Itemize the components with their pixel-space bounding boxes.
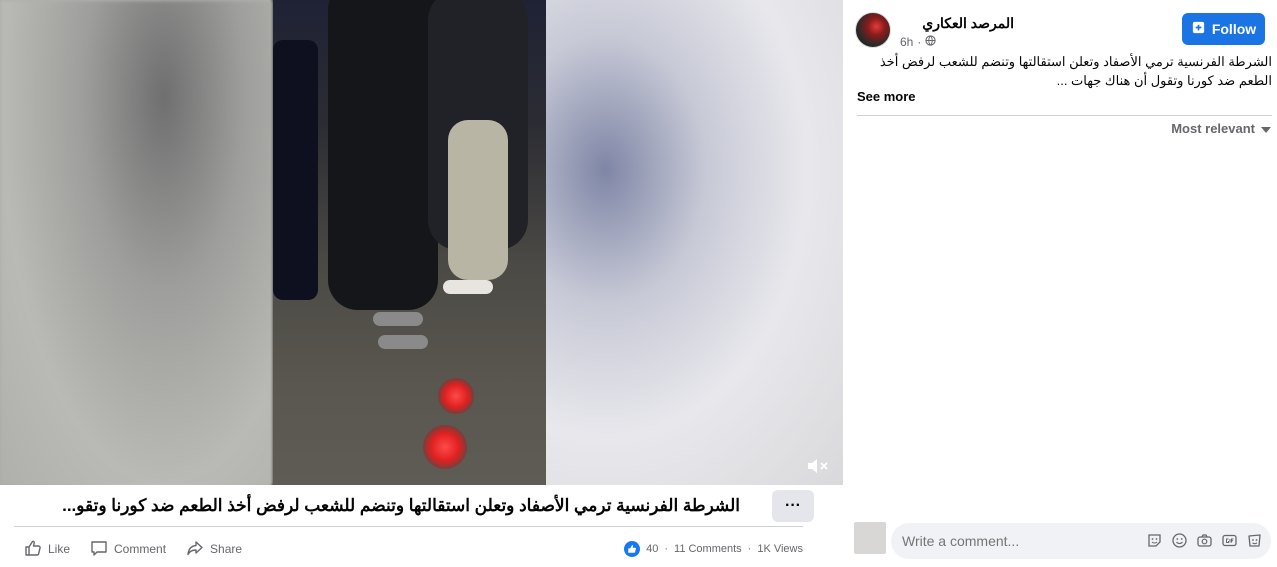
video-blur-right — [546, 0, 843, 485]
video-shoe — [373, 312, 423, 326]
video-figure — [273, 40, 318, 300]
see-more-link[interactable]: See more — [857, 89, 916, 104]
divider — [857, 115, 1272, 116]
post-actions: Like Comment Share — [24, 538, 242, 560]
comment-box[interactable] — [891, 523, 1271, 559]
video-figure — [448, 120, 508, 280]
post-stats: 40 · 11 Comments · 1K Views — [624, 541, 803, 557]
share-button[interactable]: Share — [186, 539, 242, 560]
like-reaction-icon — [624, 541, 641, 557]
sticker2-icon[interactable] — [1246, 532, 1263, 549]
divider — [14, 526, 803, 527]
video-flare — [423, 425, 467, 469]
comment-count[interactable]: 11 Comments — [674, 543, 742, 555]
share-label: Share — [210, 542, 243, 556]
sort-label: Most relevant — [1171, 121, 1255, 136]
post-title-row: الشرطة الفرنسية ترمي الأصفاد وتعلن استقا… — [14, 488, 814, 524]
comment-icon — [90, 539, 108, 560]
time-label[interactable]: 6h — [900, 35, 913, 49]
share-icon — [186, 539, 204, 560]
speaker-muted-icon[interactable] — [806, 456, 830, 476]
gif-icon[interactable] — [1221, 532, 1238, 549]
video-shoe — [378, 335, 428, 349]
follow-icon — [1191, 20, 1206, 38]
video-figure — [328, 0, 438, 310]
follow-button[interactable]: Follow — [1182, 13, 1265, 45]
like-button[interactable]: Like — [24, 539, 70, 560]
emoji-icon[interactable] — [1171, 532, 1188, 549]
avatar[interactable] — [855, 12, 891, 48]
comment-input[interactable] — [902, 533, 1102, 549]
video-shoe — [443, 280, 493, 294]
video-player[interactable] — [0, 0, 843, 485]
caret-down-icon — [1261, 121, 1271, 136]
stats-separator: · — [664, 543, 669, 555]
video-blur-left — [0, 0, 273, 485]
comment-label: Comment — [114, 542, 167, 556]
page: الشرطة الفرنسية ترمي الأصفاد وتعلن استقا… — [0, 0, 1277, 567]
thumbs-up-icon — [24, 539, 42, 560]
post-text: الشرطة الفرنسية ترمي الأصفاد وتعلن استقا… — [879, 54, 1272, 88]
author-name[interactable]: المرصد العكاري — [922, 15, 1014, 32]
sticker-icon[interactable] — [1146, 532, 1163, 549]
time-separator: · — [917, 35, 922, 49]
comment-button[interactable]: Comment — [90, 539, 166, 560]
stats-separator: · — [747, 543, 752, 555]
post-title: الشرطة الفرنسية ترمي الأصفاد وتعلن استقا… — [62, 496, 740, 515]
camera-icon[interactable] — [1196, 532, 1213, 549]
post-side-panel: المرصد العكاري 6h · Follow الشرطة الفرنس… — [843, 0, 1277, 567]
video-frame[interactable] — [273, 0, 546, 485]
like-label: Like — [48, 542, 71, 556]
view-count: 1K Views — [757, 543, 803, 555]
commenter-avatar — [854, 522, 886, 554]
post-time: 6h · — [900, 35, 936, 49]
reaction-count[interactable]: 40 — [646, 543, 658, 555]
more-options-button[interactable]: ··· — [772, 490, 814, 522]
video-flare — [438, 378, 474, 414]
comment-tools — [1146, 532, 1263, 549]
globe-icon — [925, 35, 936, 49]
follow-label: Follow — [1211, 21, 1257, 37]
comment-sort-dropdown[interactable]: Most relevant — [1171, 121, 1271, 136]
